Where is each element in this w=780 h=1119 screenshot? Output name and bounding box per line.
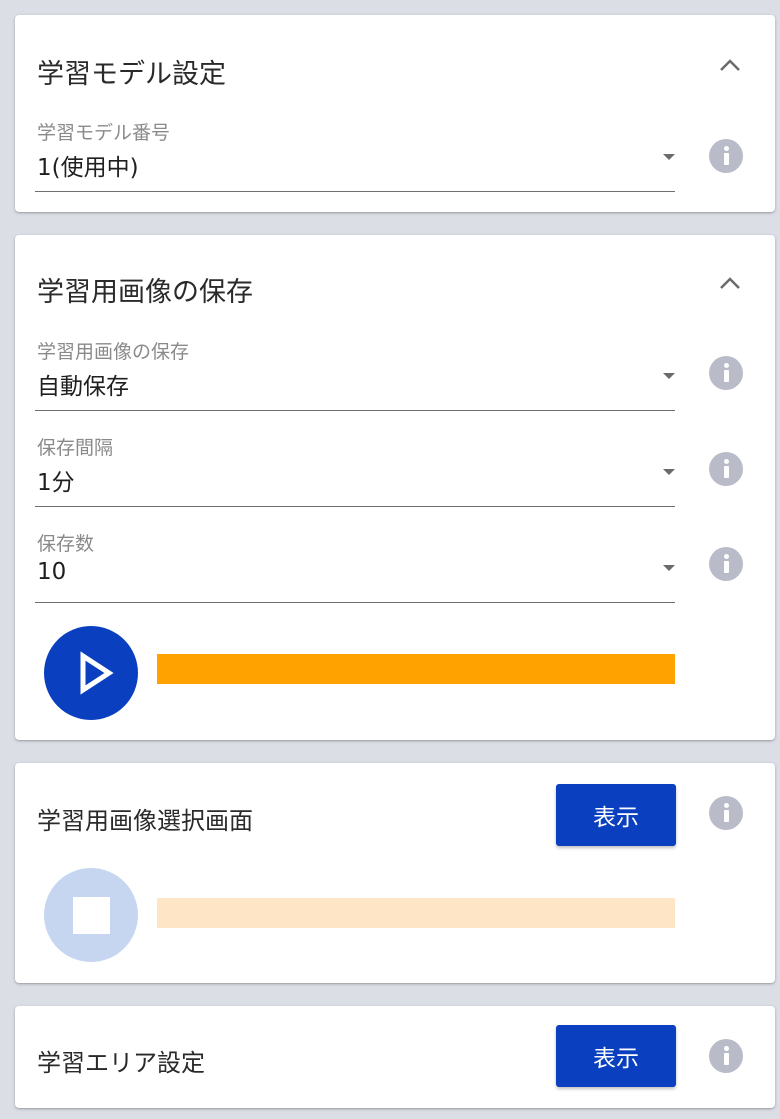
- stop-icon: [73, 897, 110, 934]
- save-mode-select[interactable]: 学習用画像の保存 自動保存: [35, 337, 675, 411]
- info-icon[interactable]: [709, 547, 743, 581]
- area-settings-card: 学習エリア設定 表示: [15, 1006, 775, 1108]
- chevron-up-icon[interactable]: [713, 267, 747, 301]
- save-progress-bar: [157, 654, 675, 684]
- area-settings-title: 学習エリア設定: [37, 1049, 205, 1077]
- image-saving-card: 学習用画像の保存 学習用画像の保存 自動保存 保存間隔 1分 保存数 10: [15, 235, 775, 740]
- save-mode-value: 自動保存: [37, 374, 129, 400]
- save-interval-label: 保存間隔: [37, 437, 114, 459]
- save-interval-value: 1分: [37, 470, 75, 496]
- selection-progress-fill: [157, 898, 675, 928]
- dropdown-arrow-icon: [663, 373, 675, 379]
- selection-progress-bar: [157, 898, 675, 928]
- save-mode-label: 学習用画像の保存: [37, 341, 190, 363]
- save-interval-select[interactable]: 保存間隔 1分: [35, 433, 675, 507]
- image-saving-title: 学習用画像の保存: [37, 277, 253, 308]
- model-number-value: 1(使用中): [37, 155, 139, 181]
- model-number-label: 学習モデル番号: [37, 122, 171, 144]
- save-count-value: 10: [37, 559, 67, 585]
- dropdown-arrow-icon: [663, 154, 675, 160]
- info-icon[interactable]: [709, 452, 743, 486]
- dropdown-arrow-icon: [663, 469, 675, 475]
- model-settings-card: 学習モデル設定 学習モデル番号 1(使用中): [15, 15, 775, 212]
- play-icon: [80, 651, 114, 695]
- info-icon[interactable]: [709, 139, 743, 173]
- info-icon[interactable]: [709, 796, 743, 830]
- area-settings-show-button[interactable]: 表示: [556, 1025, 676, 1087]
- info-icon[interactable]: [709, 1039, 743, 1073]
- chevron-up-icon[interactable]: [713, 49, 747, 83]
- image-selection-card: 学習用画像選択画面 表示: [15, 763, 775, 983]
- stop-button: [44, 868, 138, 962]
- model-settings-title: 学習モデル設定: [37, 59, 226, 90]
- save-progress-fill: [157, 654, 675, 684]
- play-button[interactable]: [44, 626, 138, 720]
- image-selection-title: 学習用画像選択画面: [37, 807, 253, 835]
- save-count-select[interactable]: 保存数 10: [35, 529, 675, 603]
- save-count-label: 保存数: [37, 533, 95, 555]
- info-icon[interactable]: [709, 356, 743, 390]
- model-number-select[interactable]: 学習モデル番号 1(使用中): [35, 118, 675, 192]
- dropdown-arrow-icon: [663, 565, 675, 571]
- image-selection-show-button[interactable]: 表示: [556, 784, 676, 846]
